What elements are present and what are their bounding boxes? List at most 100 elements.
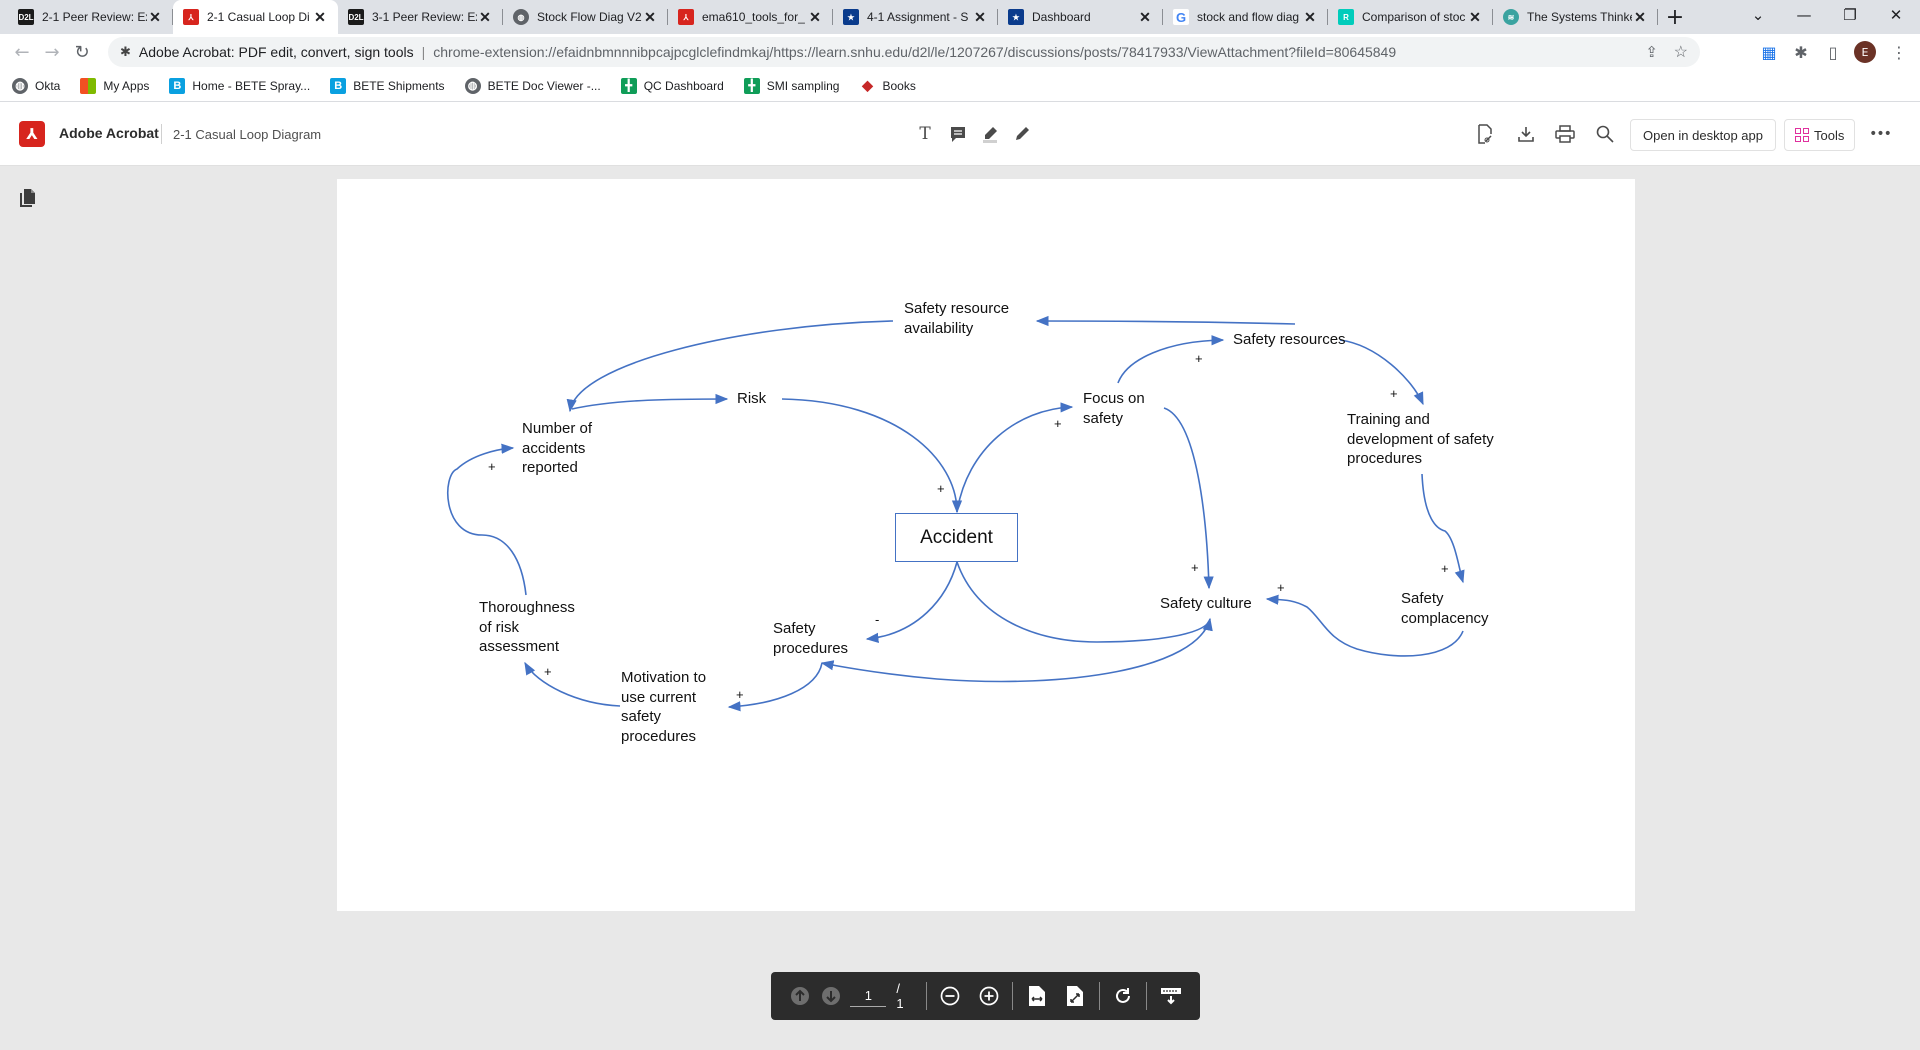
share-link-icon[interactable] xyxy=(1473,122,1497,146)
bookmark-home-bete[interactable]: B Home - BETE Spray... xyxy=(169,77,310,94)
back-arrow-icon[interactable]: ← xyxy=(7,37,37,67)
bookmark-my-apps[interactable]: My Apps xyxy=(80,77,149,94)
highlight-icon[interactable] xyxy=(978,122,1002,146)
divider xyxy=(1012,982,1014,1010)
close-tab-icon[interactable]: ✕ xyxy=(972,9,988,26)
minimize-button[interactable]: — xyxy=(1781,0,1827,30)
fit-page-icon[interactable] xyxy=(1060,980,1091,1012)
polarity-motivation-to-thoroughness: + xyxy=(544,664,552,679)
close-tab-icon[interactable]: ✕ xyxy=(147,9,163,26)
divider xyxy=(926,982,928,1010)
divider xyxy=(161,124,162,144)
close-window-button[interactable]: ✕ xyxy=(1873,0,1919,30)
tools-grid-icon xyxy=(1795,128,1809,142)
apps-grid-icon[interactable]: ▦ xyxy=(1755,37,1783,67)
tab-title: Comparison of stoc xyxy=(1362,10,1466,24)
more-options-icon[interactable]: ••• xyxy=(1868,122,1892,146)
next-page-icon[interactable] xyxy=(816,980,847,1012)
node-safety-complacency: Safety complacency xyxy=(1401,590,1489,627)
profile-avatar[interactable]: E xyxy=(1851,37,1879,67)
site-label: Adobe Acrobat: PDF edit, convert, sign t… xyxy=(138,44,414,60)
node-safety-resource-availability: Safety resource availability xyxy=(904,300,1010,337)
new-tab-button[interactable]: + xyxy=(1658,0,1692,34)
node-accident: Accident xyxy=(895,513,1018,562)
side-panel-icon[interactable]: ▯ xyxy=(1819,37,1847,67)
address-bar[interactable]: ✱ Adobe Acrobat: PDF edit, convert, sign… xyxy=(108,37,1700,67)
bookmark-bete-shipments[interactable]: B BETE Shipments xyxy=(330,77,445,94)
page-thumbnails-icon[interactable] xyxy=(20,189,36,207)
tab-ema610-tools[interactable]: ⅄ ema610_tools_for_ ✕ xyxy=(668,0,833,34)
previous-page-icon[interactable] xyxy=(785,980,816,1012)
divider xyxy=(1098,982,1100,1010)
microsoft-icon xyxy=(80,77,97,94)
bookmark-okta[interactable]: ◍ Okta xyxy=(12,77,60,94)
node-thoroughness-of-risk-assessment: Thoroughness of risk assessment xyxy=(479,599,575,655)
bookmark-books[interactable]: ◆ Books xyxy=(859,77,916,94)
draw-pencil-icon[interactable] xyxy=(1010,122,1034,146)
close-tab-icon[interactable]: ✕ xyxy=(1302,9,1318,26)
tab-peer-review-3-1[interactable]: D2L 3-1 Peer Review: Ex ✕ xyxy=(338,0,503,34)
tab-systems-thinker[interactable]: ≋ The Systems Thinke ✕ xyxy=(1493,0,1658,34)
close-tab-icon[interactable]: ✕ xyxy=(1137,9,1153,26)
node-safety-resources: Safety resources xyxy=(1233,331,1346,348)
close-tab-icon[interactable]: ✕ xyxy=(477,9,493,26)
bookmark-bete-doc-viewer[interactable]: ◍ BETE Doc Viewer -... xyxy=(464,77,601,94)
tab-casual-loop-diagram[interactable]: ⅄ 2-1 Casual Loop Di ✕ xyxy=(173,0,338,34)
browser-menu-icon[interactable]: ⋮ xyxy=(1885,37,1913,67)
comment-icon[interactable] xyxy=(946,122,970,146)
reload-icon[interactable]: ↻ xyxy=(67,37,97,67)
link-resources-to-availability xyxy=(1035,315,1296,327)
extension-puzzle-icon: ✱ xyxy=(120,44,131,59)
tab-stock-flow-diag[interactable]: ◍ Stock Flow Diag V2 ✕ xyxy=(503,0,668,34)
researchgate-icon: R xyxy=(1338,9,1354,25)
tab-4-1-assignment[interactable]: ★ 4-1 Assignment - S ✕ xyxy=(833,0,998,34)
page-number-input[interactable] xyxy=(850,985,887,1007)
close-tab-icon[interactable]: ✕ xyxy=(642,9,658,26)
link-focus-to-culture xyxy=(1163,407,1214,590)
extensions-icon[interactable]: ✱ xyxy=(1787,37,1815,67)
open-in-desktop-button[interactable]: Open in desktop app xyxy=(1630,119,1776,151)
zoom-out-icon[interactable] xyxy=(935,980,966,1012)
forward-arrow-icon[interactable]: → xyxy=(37,37,67,67)
tab-comparison[interactable]: R Comparison of stoc ✕ xyxy=(1328,0,1493,34)
avatar-initial: E xyxy=(1854,41,1876,63)
tab-peer-review-2-1[interactable]: D2L 2-1 Peer Review: Ex ✕ xyxy=(8,0,173,34)
url-text[interactable]: chrome-extension://efaidnbmnnnibpcajpcgl… xyxy=(433,44,1396,60)
page-total: / 1 xyxy=(896,981,904,1011)
browser-tab-strip: D2L 2-1 Peer Review: Ex ✕ ⅄ 2-1 Casual L… xyxy=(0,0,1920,34)
close-tab-icon[interactable]: ✕ xyxy=(1632,9,1648,26)
systems-thinker-icon: ≋ xyxy=(1503,9,1519,25)
bookmarks-bar: ◍ Okta My Apps B Home - BETE Spray... B … xyxy=(0,70,1920,102)
close-tab-icon[interactable]: ✕ xyxy=(312,9,328,26)
rotate-icon[interactable] xyxy=(1108,980,1139,1012)
print-icon[interactable] xyxy=(1553,122,1577,146)
zoom-in-icon[interactable] xyxy=(974,980,1005,1012)
tab-dashboard[interactable]: ★ Dashboard ✕ xyxy=(998,0,1163,34)
close-tab-icon[interactable]: ✕ xyxy=(807,9,823,26)
bete-icon: B xyxy=(330,77,347,94)
link-culture-to-procedures xyxy=(820,618,1211,683)
pdf-page: Safety resource availability Safety reso… xyxy=(337,179,1635,911)
tools-button[interactable]: Tools xyxy=(1784,119,1856,151)
bookmark-star-icon[interactable]: ☆ xyxy=(1674,42,1688,62)
add-text-icon[interactable]: T xyxy=(913,122,937,146)
restore-button[interactable]: ❐ xyxy=(1827,0,1873,30)
tab-google-search[interactable]: G stock and flow diag ✕ xyxy=(1163,0,1328,34)
scroll-mode-icon[interactable] xyxy=(1155,980,1186,1012)
close-tab-icon[interactable]: ✕ xyxy=(1467,9,1483,26)
bookmark-qc-dashboard[interactable]: ╋ QC Dashboard xyxy=(620,77,724,94)
download-icon[interactable] xyxy=(1514,122,1538,146)
bookmark-smi-sampling[interactable]: ╋ SMI sampling xyxy=(743,77,839,94)
share-icon[interactable]: ⇪ xyxy=(1645,43,1658,61)
tab-title: 2-1 Casual Loop Di xyxy=(207,10,310,24)
fit-width-icon[interactable] xyxy=(1021,980,1052,1012)
tab-title: stock and flow diag xyxy=(1197,10,1300,24)
globe-icon: ◍ xyxy=(513,9,529,25)
tab-search-chevron-icon[interactable]: ⌄ xyxy=(1735,0,1781,30)
tab-title: ema610_tools_for_ xyxy=(702,10,805,24)
link-thoroughness-to-accidents xyxy=(446,443,527,596)
node-focus-on-safety: Focus on safety xyxy=(1083,390,1145,427)
polarity-focus-to-culture: + xyxy=(1191,560,1199,575)
search-icon[interactable] xyxy=(1593,122,1617,146)
link-accident-to-procedures xyxy=(865,561,958,643)
